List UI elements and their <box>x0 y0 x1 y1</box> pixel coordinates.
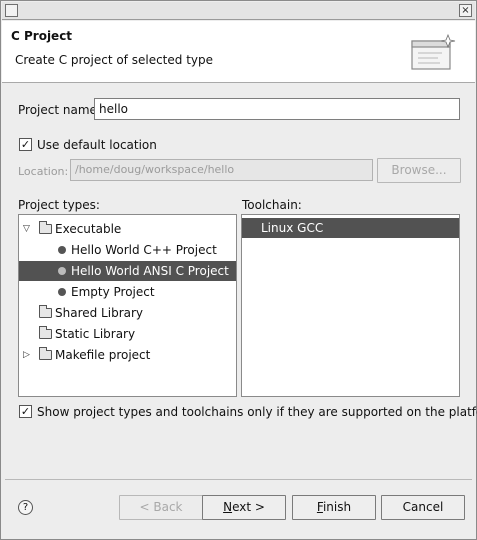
project-icon <box>58 288 66 296</box>
new-project-wizard-icon <box>411 33 456 70</box>
location-label: Location: <box>18 165 69 178</box>
use-default-location-checkbox[interactable]: ✓ <box>19 138 32 151</box>
expanded-arrow-icon[interactable]: ▽ <box>23 219 30 239</box>
tree-item-hello-world-cpp[interactable]: Hello World C++ Project <box>19 240 236 260</box>
browse-button[interactable]: Browse... <box>377 158 461 183</box>
show-supported-label: Show project types and toolchains only i… <box>37 405 477 419</box>
folder-icon <box>39 221 52 234</box>
window-menu-button[interactable] <box>5 4 18 17</box>
tree-item-makefile-project[interactable]: ▷ Makefile project <box>19 345 236 365</box>
show-supported-checkbox[interactable]: ✓ <box>19 405 32 418</box>
tree-item-hello-world-ansi-c[interactable]: Hello World ANSI C Project <box>19 261 236 281</box>
button-bar-separator <box>5 479 472 480</box>
tree-item-label: Static Library <box>55 327 136 341</box>
tree-item-executable[interactable]: ▽ Executable <box>19 219 236 239</box>
page-description: Create C project of selected type <box>15 53 213 67</box>
use-default-location-label: Use default location <box>37 138 157 152</box>
toolchain-item-linux-gcc[interactable]: Linux GCC <box>242 218 459 238</box>
toolchain-label: Toolchain: <box>242 198 302 212</box>
folder-icon <box>39 326 52 339</box>
finish-button[interactable]: Finish <box>292 495 376 520</box>
toolchain-list[interactable]: Linux GCC <box>241 214 460 397</box>
wizard-header: C Project Create C project of selected t… <box>2 21 475 83</box>
folder-icon <box>39 347 52 360</box>
tree-item-shared-library[interactable]: Shared Library <box>19 303 236 323</box>
toolchain-item-label: Linux GCC <box>261 221 324 235</box>
next-label: ext > <box>232 500 265 514</box>
tree-item-label: Empty Project <box>71 285 155 299</box>
project-name-input[interactable]: hello <box>94 98 460 120</box>
project-types-label: Project types: <box>18 198 100 212</box>
project-types-tree[interactable]: ▽ Executable Hello World C++ Project Hel… <box>18 214 237 397</box>
finish-label: inish <box>322 500 352 514</box>
title-bar[interactable]: × <box>2 2 475 20</box>
project-icon <box>58 267 66 275</box>
tree-item-label: Hello World ANSI C Project <box>71 264 229 278</box>
tree-item-label: Shared Library <box>55 306 144 320</box>
page-title: C Project <box>11 29 73 43</box>
tree-item-label: Executable <box>55 222 122 236</box>
next-mnemonic: N <box>223 500 233 514</box>
project-name-label: Project name: <box>18 103 101 117</box>
folder-icon <box>39 305 52 318</box>
tree-item-static-library[interactable]: Static Library <box>19 324 236 344</box>
tree-item-empty-project[interactable]: Empty Project <box>19 282 236 302</box>
back-button[interactable]: < Back <box>119 495 203 520</box>
tree-item-label: Hello World C++ Project <box>71 243 217 257</box>
location-input[interactable]: /home/doug/workspace/hello <box>70 159 373 181</box>
collapsed-arrow-icon[interactable]: ▷ <box>23 345 30 365</box>
next-button[interactable]: Next > <box>202 495 286 520</box>
project-icon <box>58 246 66 254</box>
cancel-button[interactable]: Cancel <box>381 495 465 520</box>
c-project-wizard-window: × C Project Create C project of selected… <box>0 0 477 540</box>
close-icon[interactable]: × <box>459 4 472 17</box>
tree-item-label: Makefile project <box>55 348 151 362</box>
help-icon[interactable]: ? <box>18 500 33 515</box>
